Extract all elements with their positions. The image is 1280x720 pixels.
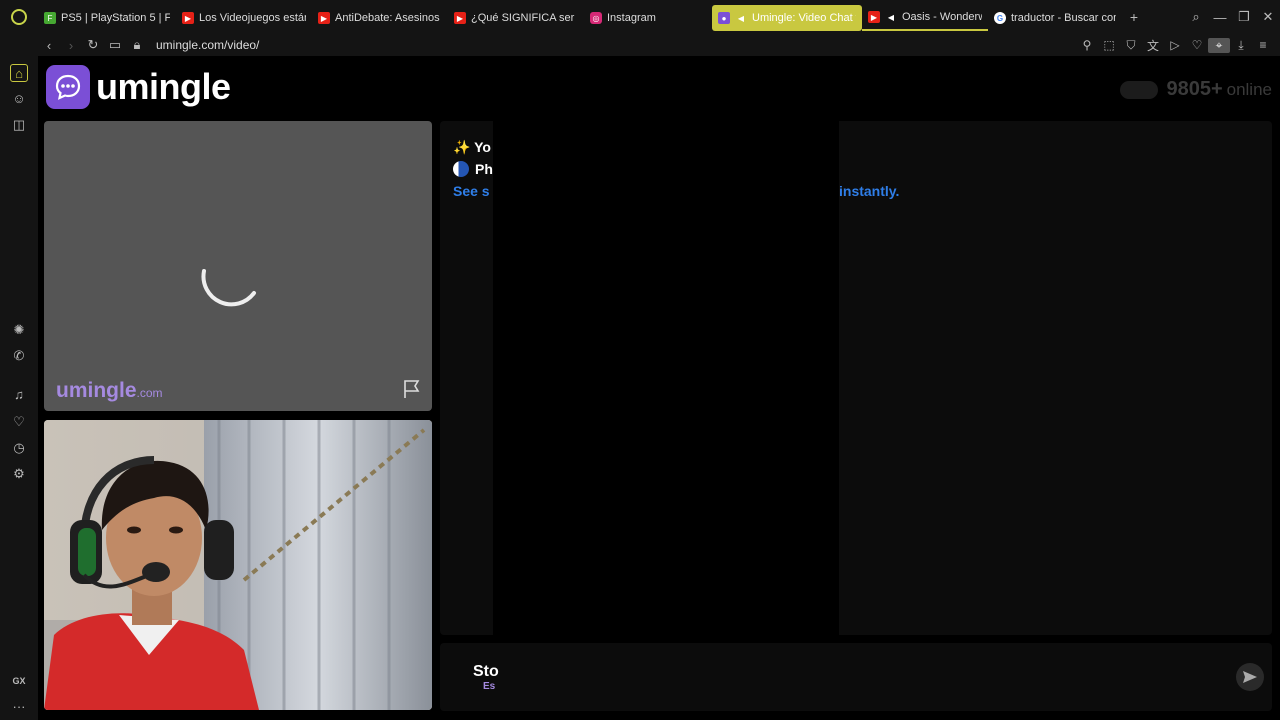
- tab-oasis[interactable]: ▶ ◀ Oasis - Wonderwa: [862, 5, 988, 31]
- download-icon[interactable]: ⤓: [1230, 38, 1252, 53]
- play-icon[interactable]: ▷: [1164, 38, 1186, 52]
- window-controls: ⌕ — ❐ ✕: [1184, 0, 1280, 34]
- new-tab-button[interactable]: +: [1122, 9, 1146, 25]
- camera-icon[interactable]: ▭: [104, 37, 126, 53]
- chat-message-country: Ph: [453, 161, 493, 177]
- speaker-icon[interactable]: ◀: [885, 11, 897, 23]
- close-icon[interactable]: ✕: [1256, 9, 1280, 25]
- music-player-icon[interactable]: ♫: [10, 386, 28, 404]
- home-icon[interactable]: ⌂: [10, 64, 28, 82]
- tab-traductor[interactable]: G traductor - Buscar con: [988, 5, 1122, 31]
- remote-video: umingle.com: [44, 121, 432, 411]
- stop-button-hint: Es: [483, 681, 496, 692]
- pin-icon[interactable]: ⚲: [1076, 38, 1098, 52]
- chat-message-link-tail[interactable]: instantly.: [839, 183, 899, 199]
- search-tabs-icon[interactable]: ⌕: [1184, 9, 1208, 25]
- google-icon: G: [994, 12, 1006, 24]
- gx-icon[interactable]: GX: [10, 672, 28, 690]
- instagram-icon: ◎: [590, 12, 602, 24]
- toolbar-right: ⚲ ⬚ ⛉ 文 ▷ ♡ ⌖ ⤓ ≡: [1076, 34, 1274, 56]
- redacted-overlay: [493, 121, 839, 720]
- chat-input-bar: Sto Es: [440, 643, 1272, 711]
- whatsapp-icon[interactable]: ✆: [10, 347, 28, 365]
- chat-message-link[interactable]: See s: [453, 183, 490, 199]
- adblock-shield-icon[interactable]: ⛉: [1120, 38, 1142, 53]
- sparkles-icon: ✨: [453, 139, 471, 155]
- tab-videojuegos[interactable]: ▶ Los Videojuegos están: [176, 5, 312, 31]
- webcam-frame-image: [44, 420, 432, 710]
- browser-sidebar: ⌂ ☺ ◫ ✺ ✆ ♫ ♡ ◷ ⚙ GX ···: [0, 34, 38, 720]
- history-clock-icon[interactable]: ◷: [10, 439, 28, 457]
- easy-setup-icon[interactable]: ⌖: [1208, 37, 1230, 53]
- lock-icon: 🔒︎: [133, 37, 141, 52]
- youtube-icon: ▶: [318, 12, 330, 24]
- playstation-icon: F: [44, 12, 56, 24]
- speaker-icon[interactable]: ◀: [735, 12, 747, 24]
- heart-icon[interactable]: ♡: [1186, 38, 1208, 52]
- reload-button[interactable]: ↻: [82, 37, 104, 53]
- chat-bubble-icon: [46, 65, 90, 109]
- shopping-bag-icon[interactable]: ◫: [10, 116, 28, 134]
- translate-icon[interactable]: 文: [1142, 37, 1164, 54]
- snapshot-icon[interactable]: ⬚: [1098, 38, 1120, 52]
- send-arrow-icon: [1243, 671, 1257, 683]
- local-webcam-video: [44, 420, 432, 710]
- back-button[interactable]: ‹: [38, 38, 60, 53]
- umingle-icon: ●: [718, 12, 730, 24]
- umingle-watermark: umingle.com: [56, 379, 163, 402]
- report-flag-icon[interactable]: [402, 379, 422, 399]
- youtube-icon: ▶: [182, 12, 194, 24]
- address-bar: ‹ › ↻ ▭ 🔒︎ umingle.com/video/ ⚲ ⬚ ⛉ 文 ▷ …: [38, 34, 1280, 56]
- restore-icon[interactable]: ❐: [1232, 9, 1256, 25]
- youtube-icon: ▶: [868, 11, 880, 23]
- youtube-icon: ▶: [454, 12, 466, 24]
- favorites-heart-icon[interactable]: ♡: [10, 413, 28, 431]
- settings-gear-icon[interactable]: ⚙: [10, 465, 28, 483]
- minimize-icon[interactable]: —: [1208, 10, 1232, 25]
- philippines-flag-icon: [453, 161, 469, 177]
- tab-strip: F PS5 | PlayStation 5 | F ▶ Los Videojue…: [0, 0, 1280, 34]
- more-icon[interactable]: ···: [10, 698, 28, 716]
- opera-gx-logo-icon[interactable]: [0, 0, 38, 34]
- url-field[interactable]: umingle.com/video/: [156, 38, 259, 52]
- tab-instagram[interactable]: ◎ Instagram: [584, 5, 712, 31]
- page-content: umingle 9805+ online umingle.com ✨ Yo Ph…: [38, 56, 1280, 720]
- online-count: 9805+: [1166, 78, 1223, 100]
- site-logo[interactable]: umingle: [46, 65, 231, 109]
- tab-playstation[interactable]: F PS5 | PlayStation 5 | F: [38, 5, 176, 31]
- tab-que-significa[interactable]: ▶ ¿Qué SIGNIFICA ser IN: [448, 5, 584, 31]
- stop-button[interactable]: Sto: [473, 663, 499, 681]
- menu-icon[interactable]: ≡: [1252, 38, 1274, 52]
- send-button[interactable]: [1236, 663, 1264, 691]
- online-indicator: 9805+ online: [1120, 78, 1272, 101]
- tab-antidebate[interactable]: ▶ AntiDebate: Asesinos: [312, 5, 448, 31]
- forward-button[interactable]: ›: [60, 38, 82, 53]
- logo-text: umingle: [96, 66, 231, 107]
- chat-message-intro: ✨ Yo: [453, 139, 491, 155]
- online-toggle[interactable]: [1120, 80, 1159, 99]
- loading-spinner-icon: [201, 269, 256, 307]
- chatgpt-icon[interactable]: ✺: [10, 321, 28, 339]
- online-label: online: [1226, 79, 1272, 99]
- emoji-icon[interactable]: ☺: [10, 90, 28, 108]
- tab-umingle[interactable]: ● ◀ Umingle: Video Chat w: [712, 5, 862, 31]
